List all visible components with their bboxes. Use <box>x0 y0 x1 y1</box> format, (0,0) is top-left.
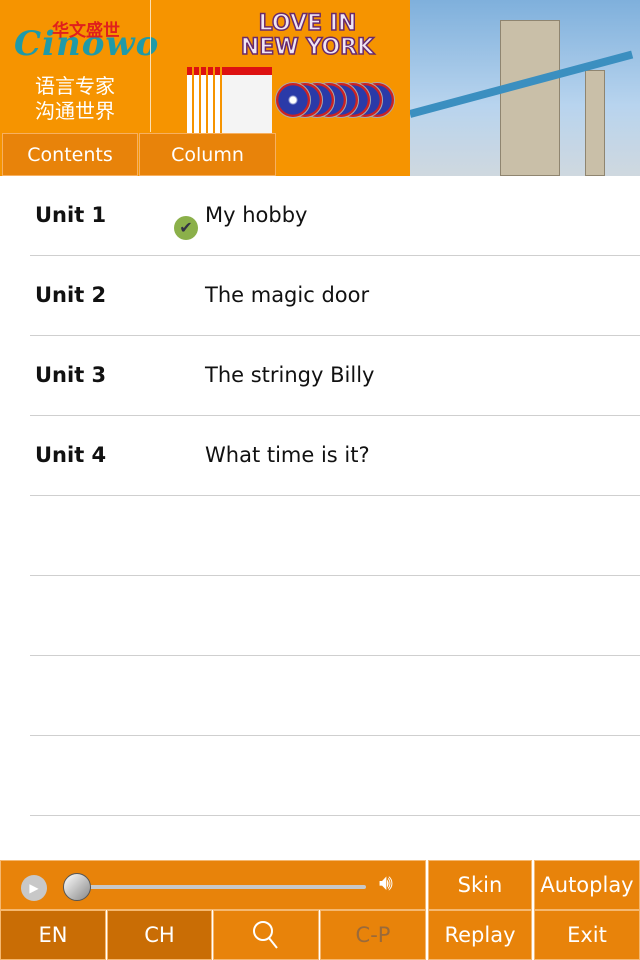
unit-label: Unit 3 <box>35 363 107 387</box>
en-button[interactable]: EN <box>0 910 106 960</box>
slogan-line1: 语言专家 <box>35 74 115 98</box>
search-icon <box>253 921 278 949</box>
banner-title-line2: NEW YORK <box>240 35 375 61</box>
unit-label: Unit 1 <box>35 203 107 227</box>
banner-title-line1: LOVE IN <box>258 11 357 37</box>
unit-label: Unit 4 <box>35 443 107 467</box>
empty-row <box>30 496 640 576</box>
book <box>208 67 213 137</box>
unit-title: My hobby <box>205 203 308 227</box>
header: Cinowo 华文盛世 语言专家 沟通世界 LOVE IN NEW YORK C… <box>0 0 640 176</box>
logo-slogan: 语言专家 沟通世界 <box>0 74 150 124</box>
slider-thumb[interactable] <box>63 873 91 901</box>
slogan-line2: 沟通世界 <box>35 99 115 123</box>
list-item[interactable]: Unit 4 What time is it? <box>30 416 640 496</box>
empty-row <box>30 656 640 736</box>
product-banner: LOVE IN NEW YORK <box>185 11 400 137</box>
unit-label: Unit 2 <box>35 283 107 307</box>
logo: Cinowo 华文盛世 语言专家 沟通世界 <box>0 0 158 132</box>
tower <box>585 70 605 176</box>
banner-title: LOVE IN NEW YORK <box>240 11 375 61</box>
unit-title: The stringy Billy <box>205 363 375 387</box>
unit-list: Unit 1 ✔ My hobby Unit 2 The magic door … <box>0 176 640 816</box>
disc <box>275 82 311 118</box>
audio-player: ▶ 🔊︎ <box>0 860 426 910</box>
empty-row <box>30 736 640 816</box>
skin-button[interactable]: Skin <box>428 860 532 910</box>
replay-button[interactable]: Replay <box>428 910 532 960</box>
book <box>201 67 206 137</box>
check-icon: ✔ <box>174 216 198 240</box>
unit-title: The magic door <box>205 283 370 307</box>
book-box <box>222 67 272 137</box>
logo-cn-name: 华文盛世 <box>52 21 120 41</box>
progress-slider[interactable] <box>76 885 366 889</box>
book <box>187 67 192 137</box>
tower-bridge-photo <box>410 0 640 176</box>
speaker-icon[interactable]: 🔊︎ <box>379 871 393 896</box>
discs <box>275 82 395 122</box>
exit-button[interactable]: Exit <box>534 910 640 960</box>
divider <box>150 0 151 132</box>
list-item[interactable]: Unit 3 The stringy Billy <box>30 336 640 416</box>
cp-button[interactable]: C-P <box>320 910 426 960</box>
autoplay-button[interactable]: Autoplay <box>534 860 640 910</box>
ch-button[interactable]: CH <box>107 910 212 960</box>
book <box>215 67 220 137</box>
tab-contents[interactable]: Contents <box>2 133 138 176</box>
list-item[interactable]: Unit 2 The magic door <box>30 256 640 336</box>
play-icon[interactable]: ▶ <box>21 875 47 901</box>
empty-row <box>30 576 640 656</box>
book <box>194 67 199 137</box>
search-button[interactable] <box>213 910 319 960</box>
tab-column[interactable]: Column <box>139 133 276 176</box>
unit-title: What time is it? <box>205 443 370 467</box>
tower <box>500 20 560 176</box>
list-item[interactable]: Unit 1 ✔ My hobby <box>30 176 640 256</box>
bottom-toolbar: ▶ 🔊︎ Skin Autoplay EN CH C-P Replay Exit <box>0 860 640 960</box>
